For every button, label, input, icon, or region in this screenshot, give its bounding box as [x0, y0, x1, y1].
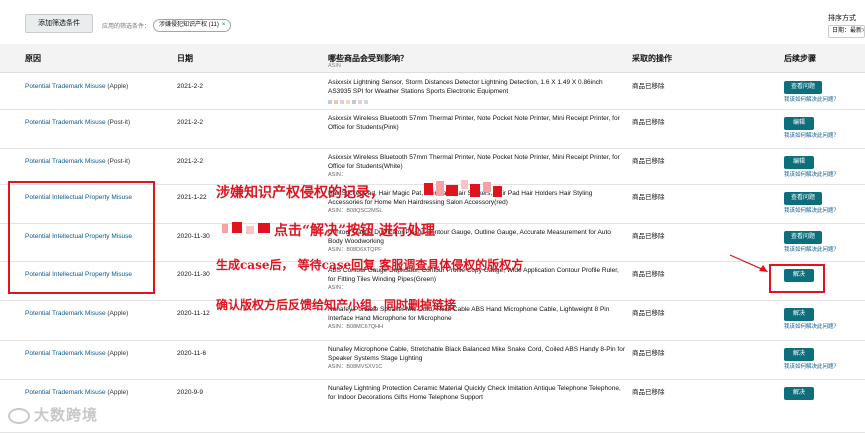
row-action-button[interactable]: 解决 — [784, 308, 814, 321]
asin-label: ASIN：B08QSC2MSL — [328, 208, 383, 214]
action-cell: 商品已移除 — [632, 233, 665, 240]
next-steps-cell: 解决我该如何解决此问题？ — [784, 308, 860, 332]
reason-link[interactable]: Potential Trademark Misuse (Apple) — [25, 349, 128, 358]
row-action-button[interactable]: 解决 — [784, 348, 814, 361]
annotation-note-4: 确认版权方后反馈给知产小组，同时删掉链接 — [216, 298, 457, 312]
action-cell: 商品已移除 — [632, 119, 665, 126]
action-cell: 商品已移除 — [632, 83, 665, 90]
row-action-button[interactable]: 编辑 — [784, 117, 814, 130]
header-reason: 原因 — [25, 54, 41, 63]
action-cell: 商品已移除 — [632, 194, 665, 201]
arrow-icon — [729, 254, 768, 272]
product-cell: Asixxsix Lightning Sensor, Storm Distanc… — [328, 78, 626, 104]
date-cell: 2021-2-2 — [177, 119, 204, 126]
logo-icon — [8, 408, 30, 425]
row-action-button[interactable]: 解决 — [784, 387, 814, 400]
date-cell: 2021-2-2 — [177, 83, 204, 90]
asin-label: ASIN：B08D6XTQPF — [328, 247, 382, 253]
product-title: Asixxsix Wireless Bluetooth 57mm Thermal… — [328, 154, 620, 170]
date-cell: 2020-11-12 — [177, 310, 210, 317]
table-row: Potential Trademark Misuse (Apple) 2020-1… — [0, 341, 865, 380]
date-cell: 2020-11-30 — [177, 271, 210, 278]
product-cell: Asixxsix Wireless Bluetooth 57mm Thermal… — [328, 153, 626, 180]
date-cell: 2021-2-2 — [177, 158, 204, 165]
product-title: Nunafey Lightning Protection Ceramic Mat… — [328, 385, 621, 401]
filter-toolbar: 添加筛选条件 应用的筛选条件： 涉嫌侵犯知识产权 (11) × 排序方式 日期：最… — [0, 0, 865, 44]
asin-label: ASIN： — [328, 285, 347, 291]
help-link[interactable]: 我该如何解决此问题？ — [784, 132, 860, 141]
next-steps-cell: 查看问题我该如何解决此问题？ — [784, 81, 860, 105]
mosaic-redaction — [220, 221, 274, 235]
reason-link[interactable]: Potential Trademark Misuse (Apple) — [25, 309, 128, 318]
action-cell: 商品已移除 — [632, 389, 665, 396]
product-title: Asixxsix Wireless Bluetooth 57mm Thermal… — [328, 115, 620, 131]
action-cell: 商品已移除 — [632, 271, 665, 278]
date-cell: 2020-9-9 — [177, 389, 204, 396]
product-cell: Nunafey Microphone Cable, Stretchable Bl… — [328, 345, 626, 372]
next-steps-cell: 查看问题我该如何解决此问题？ — [784, 192, 860, 216]
row-action-button[interactable]: 查看问题 — [784, 81, 823, 94]
help-link[interactable]: 我该如何解决此问题？ — [784, 246, 860, 255]
table-header: 原因 日期 哪些商品会受到影响？ ASIN 采取的操作 后续步骤 — [0, 44, 865, 73]
date-cell: 2020-11-30 — [177, 233, 210, 240]
reason-link[interactable]: Potential Trademark Misuse (Apple) — [25, 388, 128, 397]
annotation-note-3: 生成case后， 等待case回复 客服调查具体侵权的版权方 — [216, 258, 524, 272]
mosaic-redaction — [328, 98, 626, 104]
product-title: Asixxsix Lightning Sensor, Storm Distanc… — [328, 79, 603, 95]
product-cell: Nunafey Lightning Protection Ceramic Mat… — [328, 384, 626, 402]
header-product-sub: ASIN — [328, 63, 341, 69]
table-row: Potential Trademark Misuse (Apple) 2021-2… — [0, 74, 865, 110]
mosaic-redaction — [422, 180, 504, 198]
header-action: 采取的操作 — [632, 54, 672, 63]
highlight-box-resolve — [769, 264, 825, 293]
asin-label: ASIN：B08MC67QHH — [328, 324, 384, 330]
next-steps-cell: 查看问题我该如何解决此问题？ — [784, 231, 860, 255]
help-link[interactable]: 我该如何解决此问题？ — [784, 323, 860, 332]
sort-select[interactable]: 日期：最新> — [828, 25, 865, 38]
next-steps-cell: 编辑我该如何解决此问题？ — [784, 117, 860, 141]
asin-label: ASIN： — [328, 172, 347, 178]
row-action-button[interactable]: 查看问题 — [784, 192, 823, 205]
row-action-button[interactable]: 编辑 — [784, 156, 814, 169]
reason-link[interactable]: Potential Trademark Misuse (Apple) — [25, 82, 128, 91]
filter-chip-label: 涉嫌侵犯知识产权 (11) — [159, 22, 219, 28]
sort-label: 排序方式 — [828, 15, 856, 22]
help-link[interactable]: 我该如何解决此问题？ — [784, 171, 860, 180]
next-steps-cell: 解决我该如何解决此问题？ — [784, 348, 860, 372]
header-next: 后续步骤 — [784, 54, 816, 63]
highlight-box-reasons — [8, 181, 155, 294]
next-steps-cell: 解决 — [784, 387, 860, 402]
asin-label: ASIN：B08MVSXV1C — [328, 364, 383, 370]
watermark: 大数跨境 — [8, 404, 98, 425]
next-steps-cell: 编辑我该如何解决此问题？ — [784, 156, 860, 180]
action-cell: 商品已移除 — [632, 158, 665, 165]
reason-link[interactable]: Potential Trademark Misuse (Post-it) — [25, 118, 130, 127]
filter-chip[interactable]: 涉嫌侵犯知识产权 (11) × — [153, 19, 232, 32]
action-cell: 商品已移除 — [632, 350, 665, 357]
row-action-button[interactable]: 查看问题 — [784, 231, 823, 244]
header-date: 日期 — [177, 54, 193, 63]
date-cell: 2020-11-6 — [177, 350, 207, 357]
product-title: Nunafey Microphone Cable, Stretchable Bl… — [328, 346, 625, 362]
help-link[interactable]: 我该如何解决此问题？ — [784, 363, 860, 372]
close-icon[interactable]: × — [222, 22, 226, 28]
product-cell: Asixxsix Wireless Bluetooth 57mm Thermal… — [328, 114, 626, 132]
help-link[interactable]: 我该如何解决此问题？ — [784, 207, 860, 216]
date-cell: 2021-1-22 — [177, 194, 207, 201]
annotation-note-1: 涉嫌知识产权侵权的记录， — [216, 185, 384, 201]
add-filter-button[interactable]: 添加筛选条件 — [25, 14, 93, 33]
action-cell: 商品已移除 — [632, 310, 665, 317]
annotation-note-2: 点击“解决”按钮 进行处理 — [274, 223, 435, 239]
table-row: Potential Trademark Misuse (Post-it) 2021… — [0, 110, 865, 149]
table-row: Potential Trademark Misuse (Apple) 2020-9… — [0, 380, 865, 433]
help-link[interactable]: 我该如何解决此问题？ — [784, 96, 860, 105]
reason-link[interactable]: Potential Trademark Misuse (Post-it) — [25, 157, 130, 166]
applied-filters-label: 应用的筛选条件： — [102, 24, 151, 30]
